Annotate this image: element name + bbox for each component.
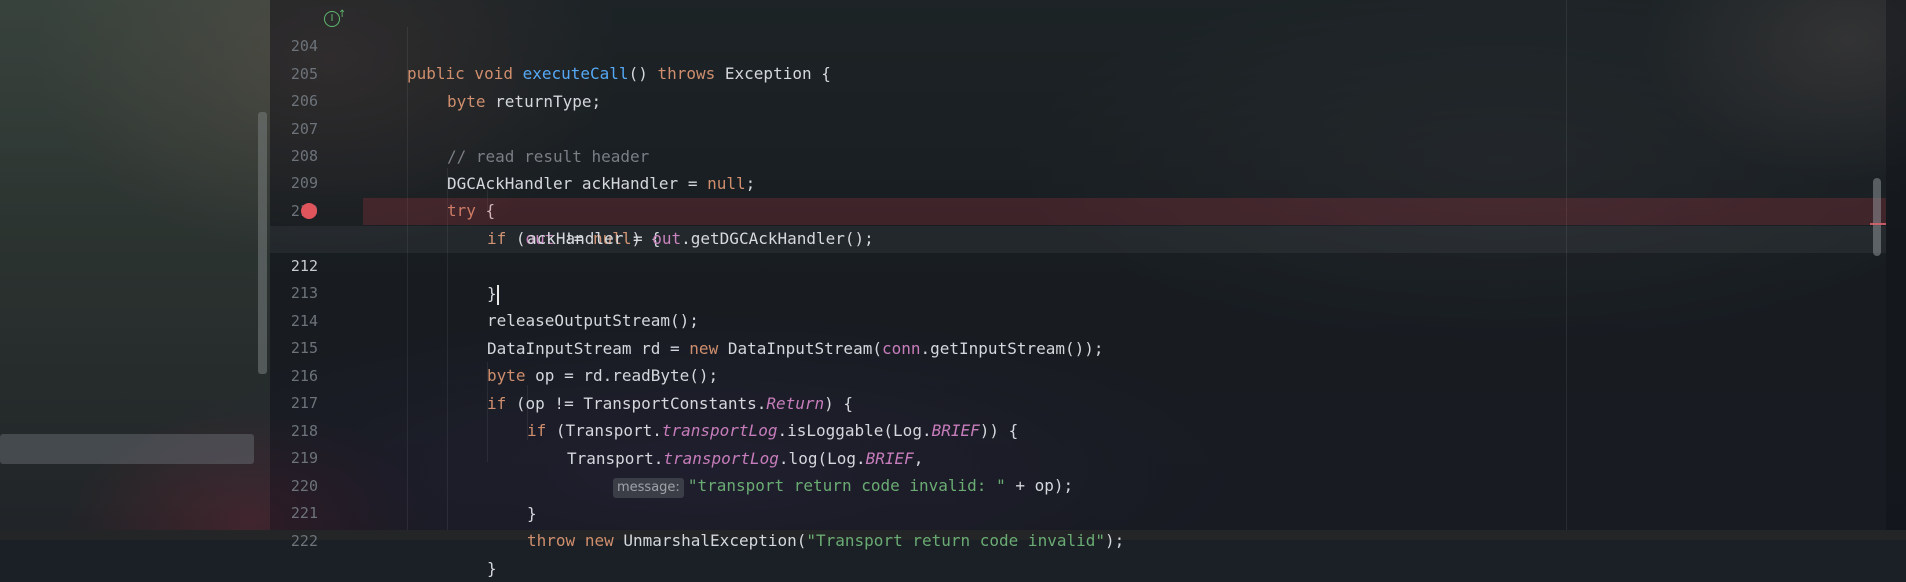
code-line[interactable]: 222 }	[270, 501, 1886, 578]
code-line[interactable]: 219 message: "transport return code inval…	[270, 418, 1886, 498]
code-line[interactable]: 210 if (out != null) {	[270, 171, 1886, 248]
code-line[interactable]: 204 public void executeCall() throws Exc…	[270, 6, 1886, 83]
code-line[interactable]: 217 if (Transport.transportLog.isLoggabl…	[270, 363, 1886, 440]
breakpoint-stripe-marker[interactable]	[1870, 223, 1886, 225]
code-text: }	[487, 559, 497, 578]
breakpoint-dot-icon[interactable]	[301, 203, 317, 219]
code-line[interactable]: 221 throw new UnmarshalException("Transp…	[270, 473, 1886, 550]
code-token: );	[1105, 531, 1125, 550]
code-line[interactable]: 214 DataInputStream rd = new DataInputSt…	[270, 281, 1886, 358]
code-line[interactable]: 208 DGCAckHandler ackHandler = null;	[270, 116, 1886, 193]
project-panel-scrollbar[interactable]	[258, 112, 267, 374]
project-tree-selected-row[interactable]	[0, 434, 254, 464]
code-line[interactable]: 209 try {	[270, 143, 1886, 220]
code-line[interactable]: 213 releaseOutputStream();	[270, 253, 1886, 330]
code-line[interactable]: 216 if (op != TransportConstants.Return)…	[270, 336, 1886, 413]
code-line[interactable]: 206	[270, 61, 1886, 110]
code-line[interactable]: 220 }	[270, 446, 1886, 523]
code-text: throw new UnmarshalException("Transport …	[527, 527, 1124, 554]
editor-scrollbar-thumb[interactable]	[1873, 178, 1881, 256]
string-literal: "Transport return code invalid"	[806, 531, 1105, 550]
current-code-line[interactable]: 212 }	[270, 226, 1886, 305]
override-arrow-icon: ↑	[338, 9, 347, 20]
line-number: 222	[290, 532, 318, 550]
code-token: new	[584, 531, 614, 550]
breakpoint-line[interactable]: ackHandler = out.getDGCAckHandler();	[363, 198, 1886, 248]
code-line[interactable]: 207 // read result header	[270, 89, 1886, 166]
code-token: throw	[527, 531, 576, 550]
code-line[interactable]: 215 byte op = rd.readByte();	[270, 308, 1886, 385]
code-line[interactable]: 218 Transport.transportLog.log(Log.BRIEF…	[270, 391, 1886, 468]
code-line[interactable]: 205 byte returnType;	[270, 34, 1886, 111]
code-token: UnmarshalException(	[613, 531, 807, 550]
editor-error-stripe	[1886, 0, 1906, 530]
